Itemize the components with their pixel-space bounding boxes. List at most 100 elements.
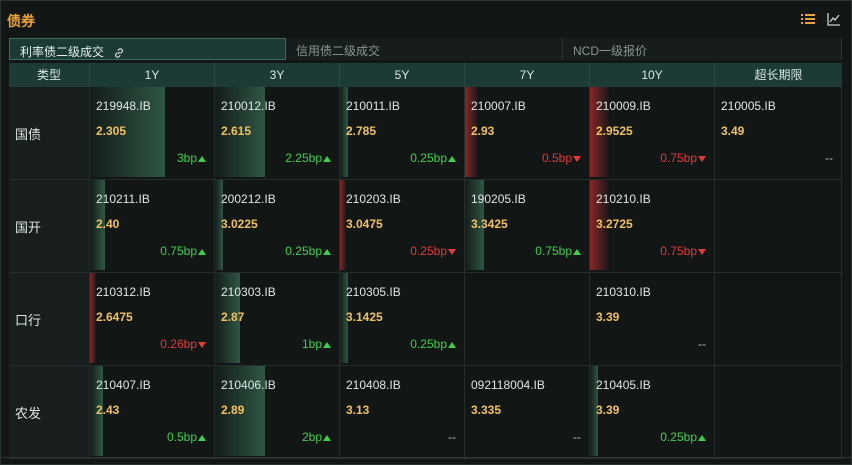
yield-change-value: 1bp xyxy=(301,337,322,351)
bond-cell[interactable]: 210011.IB 2.785 0.25bp xyxy=(340,87,465,179)
table-row: 农发 210407.IB 2.43 0.5bp 210406.IB 2.89 2bp 2104… xyxy=(9,366,842,459)
bond-code: 210310.IB xyxy=(596,285,651,299)
bond-cell[interactable]: 210303.IB 2.87 1bp xyxy=(215,273,340,365)
bond-yield: 3.0475 xyxy=(346,217,383,231)
table-row: 国开 210211.IB 2.40 0.75bp 200212.IB 3.0225 0.25… xyxy=(9,180,842,273)
bond-yield: 3.49 xyxy=(721,124,745,138)
bond-yield: 2.87 xyxy=(221,310,245,324)
bond-yield: 2.615 xyxy=(221,124,252,138)
tab-bar: 利率债二级成交 信用债二级成交 NCD一级报价 xyxy=(9,38,842,60)
triangle-down-icon xyxy=(698,249,706,255)
bond-code: 210211.IB xyxy=(96,192,150,206)
bond-cell xyxy=(715,273,842,365)
yield-change: 1bp xyxy=(302,337,331,351)
column-header-5y[interactable]: 5Y xyxy=(340,63,465,87)
row-type-label: 国债 xyxy=(9,87,90,179)
bond-code: 219948.IB xyxy=(96,99,151,113)
bond-cell[interactable]: 210211.IB 2.40 0.75bp xyxy=(90,180,215,272)
tab-ncd-primary-quote[interactable]: NCD一级报价 xyxy=(563,38,842,60)
bond-cell[interactable]: 210406.IB 2.89 2bp xyxy=(215,366,340,458)
yield-change-value: 0.5bp xyxy=(541,151,572,165)
bond-yield: 3.39 xyxy=(596,310,620,324)
line-chart-icon[interactable] xyxy=(827,12,841,26)
triangle-up-icon xyxy=(698,435,706,441)
bond-yield: 3.1425 xyxy=(346,310,383,324)
bond-yield: 2.93 xyxy=(471,124,495,138)
yield-change: 0.75bp xyxy=(660,151,706,165)
bond-cell[interactable]: 210310.IB 3.39 -- xyxy=(590,273,715,365)
header-icons xyxy=(801,12,841,26)
tab-rate-bond-secondary[interactable]: 利率债二级成交 xyxy=(9,38,286,60)
bond-code: 210303.IB xyxy=(221,285,276,299)
column-header-1y[interactable]: 1Y xyxy=(90,63,215,87)
bond-cell[interactable]: 210210.IB 3.2725 0.75bp xyxy=(590,180,715,272)
yield-change-value: 3bp xyxy=(176,151,197,165)
bond-code: 200212.IB xyxy=(221,192,276,206)
bond-cell[interactable]: 200212.IB 3.0225 0.25bp xyxy=(215,180,340,272)
bond-cell[interactable]: 210312.IB 2.6475 0.26bp xyxy=(90,273,215,365)
yield-change: 0.25bp xyxy=(660,430,706,444)
bond-cell[interactable]: 210405.IB 3.39 0.25bp xyxy=(590,366,715,458)
triangle-up-icon xyxy=(448,342,456,348)
bond-code: 210011.IB xyxy=(346,99,400,113)
yield-change: 3bp xyxy=(177,151,206,165)
yield-change-value: 0.25bp xyxy=(410,337,447,351)
column-header-10y[interactable]: 10Y xyxy=(590,63,715,87)
bond-cell[interactable]: 210012.IB 2.615 2.25bp xyxy=(215,87,340,179)
link-icon[interactable] xyxy=(113,47,125,59)
bond-code: 092118004.IB xyxy=(471,378,545,392)
bond-yield: 3.0225 xyxy=(221,217,258,231)
yield-change: 0.5bp xyxy=(167,430,206,444)
column-header-7y[interactable]: 7Y xyxy=(465,63,590,87)
bond-cell[interactable]: 219948.IB 2.305 3bp xyxy=(90,87,215,179)
bond-cell[interactable]: 210007.IB 2.93 0.5bp xyxy=(465,87,590,179)
bond-cell[interactable]: 210407.IB 2.43 0.5bp xyxy=(90,366,215,458)
tab-credit-bond-secondary[interactable]: 信用债二级成交 xyxy=(286,38,563,60)
triangle-up-icon xyxy=(323,156,331,162)
bond-yield: 2.305 xyxy=(96,124,127,138)
panel-title: 债券 xyxy=(7,13,35,29)
yield-change-value: -- xyxy=(573,430,581,444)
yield-change: 0.25bp xyxy=(410,244,456,258)
yield-change-value: 0.75bp xyxy=(660,244,697,258)
triangle-up-icon xyxy=(448,156,456,162)
bond-code: 210210.IB xyxy=(596,192,651,206)
row-type-label: 国开 xyxy=(9,180,90,272)
row-type-label: 农发 xyxy=(9,366,90,458)
yield-change: 0.26bp xyxy=(160,337,206,351)
bottom-divider xyxy=(1,457,851,458)
bond-code: 210408.IB xyxy=(346,378,401,392)
bond-yield: 2.6475 xyxy=(96,310,133,324)
bond-cell xyxy=(715,366,842,458)
bond-cell xyxy=(715,180,842,272)
bond-cell[interactable]: 210005.IB 3.49 -- xyxy=(715,87,842,179)
panel-header: 债券 xyxy=(1,1,851,35)
bond-cell[interactable]: 092118004.IB 3.335 -- xyxy=(465,366,590,458)
bond-yield: 3.39 xyxy=(596,403,620,417)
table-row: 国债 219948.IB 2.305 3bp 210012.IB 2.615 2.25bp 2… xyxy=(9,87,842,180)
triangle-up-icon xyxy=(198,435,206,441)
bond-cell[interactable]: 210009.IB 2.9525 0.75bp xyxy=(590,87,715,179)
triangle-down-icon xyxy=(198,342,206,348)
yield-change: -- xyxy=(573,430,581,444)
bond-cell[interactable]: 210305.IB 3.1425 0.25bp xyxy=(340,273,465,365)
yield-change-value: -- xyxy=(825,151,833,165)
bond-cell[interactable]: 210203.IB 3.0475 0.25bp xyxy=(340,180,465,272)
bond-cell[interactable]: 190205.IB 3.3425 0.75bp xyxy=(465,180,590,272)
row-type-label: 口行 xyxy=(9,273,90,365)
yield-change: 0.75bp xyxy=(535,244,581,258)
yield-change-value: 0.75bp xyxy=(535,244,572,258)
yield-change: 2.25bp xyxy=(285,151,331,165)
column-header-3y[interactable]: 3Y xyxy=(215,63,340,87)
yield-change: 0.25bp xyxy=(410,151,456,165)
list-icon[interactable] xyxy=(801,12,815,26)
yield-change-value: 0.75bp xyxy=(160,244,197,258)
yield-change: 0.75bp xyxy=(660,244,706,258)
column-header-ultra-long[interactable]: 超长期限 xyxy=(715,63,842,87)
yield-change-value: 2bp xyxy=(301,430,322,444)
bond-yield: 3.13 xyxy=(346,403,370,417)
bond-code: 210406.IB xyxy=(221,378,276,392)
yield-change-value: -- xyxy=(698,337,706,351)
tab-label: 利率债二级成交 xyxy=(20,45,105,59)
bond-cell[interactable]: 210408.IB 3.13 -- xyxy=(340,366,465,458)
